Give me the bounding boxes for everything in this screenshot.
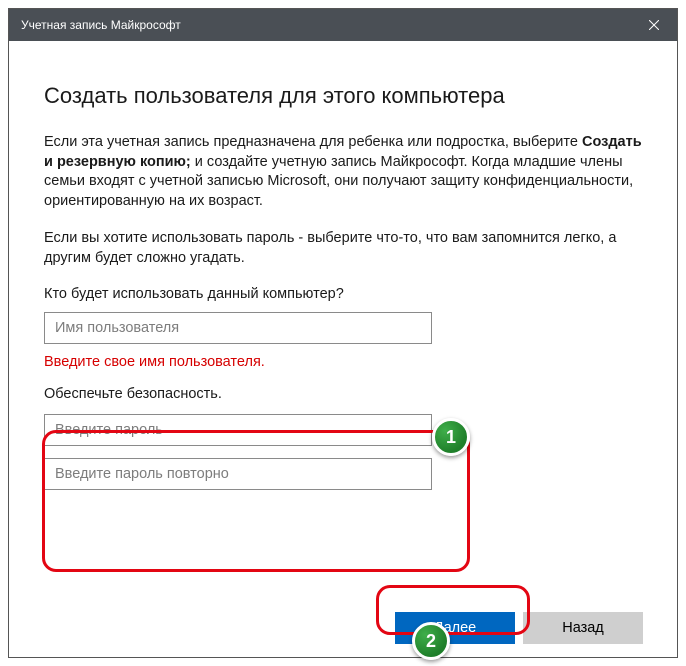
username-error: Введите свое имя пользователя. xyxy=(44,354,642,370)
intro-paragraph-1: Если эта учетная запись предназначена дл… xyxy=(44,133,642,211)
titlebar: Учетная запись Майкрософт xyxy=(9,9,677,41)
close-button[interactable] xyxy=(631,9,677,41)
next-button[interactable]: Далее xyxy=(395,612,515,644)
dialog-window: Учетная запись Майкрософт Создать пользо… xyxy=(8,8,678,658)
window-title: Учетная запись Майкрософт xyxy=(21,18,181,32)
security-label: Обеспечьте безопасность. xyxy=(44,386,642,402)
username-input[interactable] xyxy=(44,312,432,344)
intro-paragraph-2: Если вы хотите использовать пароль - выб… xyxy=(44,229,642,268)
password-confirm-input[interactable] xyxy=(44,458,432,490)
username-label: Кто будет использовать данный компьютер? xyxy=(44,286,642,302)
back-button[interactable]: Назад xyxy=(523,612,643,644)
password-group xyxy=(44,414,642,490)
close-icon xyxy=(649,20,659,30)
password-input[interactable] xyxy=(44,414,432,446)
dialog-content: Создать пользователя для этого компьютер… xyxy=(9,41,677,599)
page-title: Создать пользователя для этого компьютер… xyxy=(44,83,642,109)
dialog-footer: Далее Назад xyxy=(9,599,677,657)
